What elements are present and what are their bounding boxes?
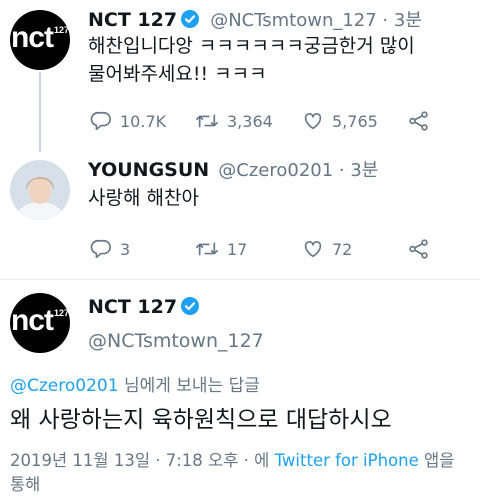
share-icon: [409, 111, 428, 131]
verified-badge-icon: [181, 297, 200, 315]
retweet-icon: [196, 114, 218, 128]
tweet3-timestamp[interactable]: 2019년 11월 13일 · 7:18 오후 · 에: [10, 451, 275, 470]
tweet1-text-line1: 해찬입니다앙 ㅋㅋㅋㅋㅋㅋ궁금한거 많이: [88, 35, 415, 57]
avatar-logo-sup: 127: [53, 308, 70, 318]
like-button[interactable]: 72: [302, 238, 408, 260]
avatar-logo-text: nct: [10, 21, 54, 54]
tweet3-avatar[interactable]: nct 127: [10, 293, 70, 353]
avatar-logo-text: nct: [10, 304, 54, 337]
tweet3-handle[interactable]: @NCTsmtown_127: [88, 330, 264, 352]
retweet-button[interactable]: 17: [195, 238, 302, 260]
reply-to-handle[interactable]: @Czero0201: [10, 376, 119, 396]
like-count: 72: [332, 239, 353, 259]
tweet-divider: [0, 279, 480, 280]
thread-line: [39, 72, 41, 152]
retweet-count: 17: [227, 239, 248, 259]
reply-button[interactable]: 3: [90, 238, 195, 260]
tweet1-avatar[interactable]: nct 127: [10, 10, 70, 70]
share-button[interactable]: [408, 238, 430, 260]
tweet3-source-link[interactable]: Twitter for iPhone: [275, 451, 419, 470]
tweet1-text: 해찬입니다앙 ㅋㅋㅋㅋㅋㅋ궁금한거 많이 물어봐주세요!! ㅋㅋㅋ: [88, 32, 415, 88]
tweet1-actions: 10.7K 3,364 5,765: [90, 110, 470, 132]
tweet3-author-name[interactable]: NCT 127: [88, 296, 177, 318]
reply-count: 3: [120, 239, 131, 259]
tweet3-meta: 2019년 11월 13일 · 7:18 오후 · 에 Twitter for …: [10, 449, 454, 497]
reply-button[interactable]: 10.7K: [90, 110, 195, 132]
share-button[interactable]: [408, 110, 430, 132]
like-button[interactable]: 5,765: [302, 110, 408, 132]
like-icon: [304, 113, 322, 130]
tweet2-avatar[interactable]: [10, 160, 70, 220]
retweet-icon: [196, 242, 218, 256]
tweet1-handle-time[interactable]: @NCTsmtown_127 · 3분: [210, 10, 422, 31]
verified-badge-icon: [181, 10, 200, 28]
tweet1-header: NCT 127 @NCTsmtown_127 · 3분: [88, 6, 422, 32]
tweet2-author-name[interactable]: YOUNGSUN: [88, 159, 209, 181]
reply-icon: [90, 111, 111, 131]
avatar-logo-sup: 127: [53, 25, 70, 35]
tweet1-author-name[interactable]: NCT 127: [88, 9, 177, 31]
like-icon: [304, 241, 322, 258]
tweet2-text: 사랑해 해찬아: [88, 187, 199, 209]
tweet3-text: 왜 사랑하는지 육하원칙으로 대답하시오: [10, 407, 392, 433]
tweet2-actions: 3 17 72: [90, 238, 470, 260]
tweet3-name-row: NCT 127: [88, 296, 200, 318]
like-count: 5,765: [332, 111, 378, 131]
retweet-count: 3,364: [227, 111, 273, 131]
reply-icon: [90, 239, 111, 259]
tweet2-handle-time[interactable]: @Czero0201 · 3분: [218, 160, 378, 181]
reply-to-suffix: 님에게 보내는 답글: [118, 376, 260, 396]
share-icon: [409, 239, 428, 259]
retweet-button[interactable]: 3,364: [195, 110, 302, 132]
tweet2-header: YOUNGSUN @Czero0201 · 3분: [88, 156, 378, 182]
tweet3-reply-context: @Czero0201 님에게 보내는 답글: [10, 371, 260, 396]
avatar-photo-icon: [10, 160, 70, 220]
tweet3-meta-line1: 2019년 11월 13일 · 7:18 오후 · 에 Twitter for …: [10, 449, 454, 473]
tweet1-text-line2: 물어봐주세요!! ㅋㅋㅋ: [88, 63, 267, 85]
tweet3-meta-line2: 통해: [10, 475, 41, 494]
reply-count: 10.7K: [120, 111, 167, 131]
tweet3-meta-suffix: 앱을: [418, 451, 455, 470]
